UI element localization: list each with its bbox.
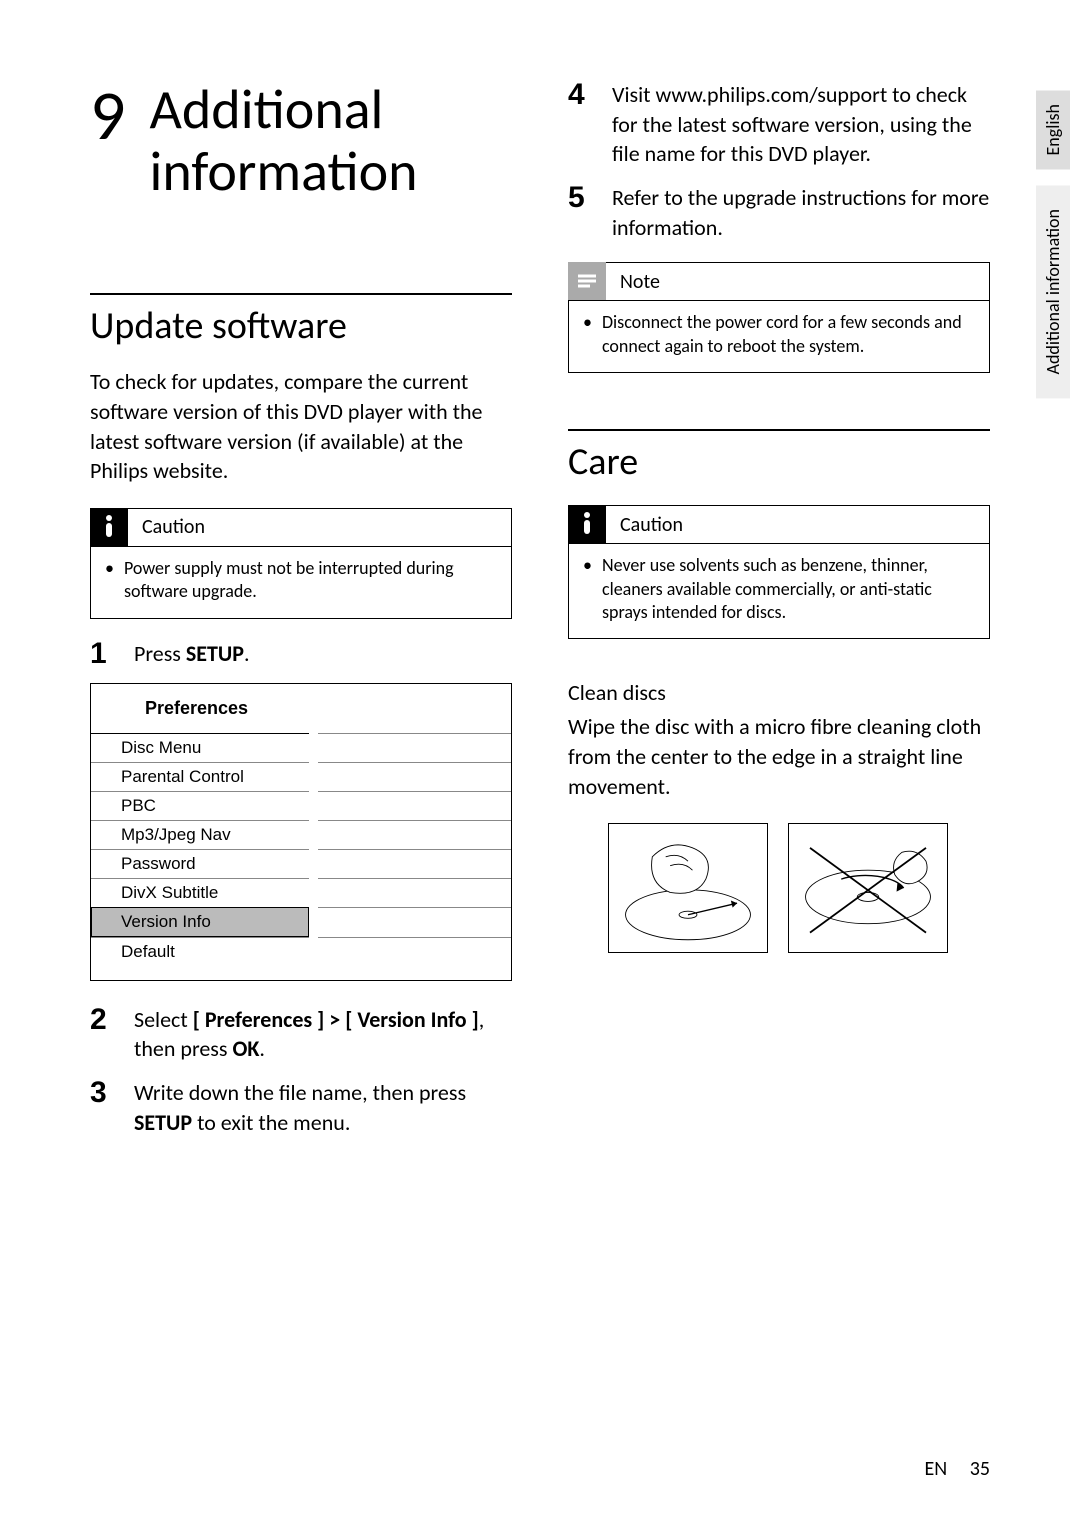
menu-item-value [318,733,511,762]
menu-item-value [318,762,511,791]
step1-post: . [244,640,250,667]
step-number: 2 [90,1005,114,1035]
section-title-update-software: Update software [90,303,512,349]
bullet-icon: • [583,311,592,358]
side-tab-language: English [1036,90,1070,169]
disc-illustrations [568,823,990,953]
step-1: 1 Press SETUP. [90,639,512,669]
caution-label: Caution [616,507,687,543]
disc-wipe-illustration [608,823,768,953]
menu-item-value [318,849,511,878]
step-number: 3 [90,1078,114,1108]
step2-path: [ Preferences ] > [ Version Info ] [193,1006,479,1033]
menu-item-value [318,937,511,966]
step4-text: Visit www.philips.com/support to check f… [612,80,990,169]
menu-item-value [318,878,511,907]
step-number: 1 [90,639,114,669]
menu-item-value [318,820,511,849]
menu-item-label: Disc Menu [91,733,309,762]
menu-row: Default [91,937,511,966]
step-3: 3 Write down the file name, then press S… [90,1078,512,1137]
footer-page-number: 35 [970,1457,990,1481]
menu-item-label: Password [91,849,309,878]
chapter-number: 9 [90,80,125,150]
menu-row: DivX Subtitle [91,878,511,907]
step-number: 4 [568,80,592,110]
footer-lang: EN [925,1457,948,1481]
menu-row: Parental Control [91,762,511,791]
section-title-care: Care [568,439,990,485]
step-4: 4 Visit www.philips.com/support to check… [568,80,990,169]
step2-pre: Select [134,1006,193,1033]
menu-title: Preferences [91,684,511,733]
section-divider [90,293,512,295]
step3-pre: Write down the file name, then press [134,1079,466,1106]
menu-row: PBC [91,791,511,820]
chapter-title-text: Additional information [149,80,512,203]
side-tab-section: Additional information [1036,185,1070,398]
menu-row: Password [91,849,511,878]
menu-row: Disc Menu [91,733,511,762]
step3-button-name: SETUP [134,1109,192,1136]
caution-icon [568,505,606,543]
menu-item-value [318,791,511,820]
section-divider [568,429,990,431]
step2-button-name: OK [232,1035,259,1062]
intro-paragraph: To check for updates, compare the curren… [90,367,512,486]
menu-item-label: Mp3/Jpeg Nav [91,820,309,849]
step-5: 5 Refer to the upgrade instructions for … [568,183,990,242]
bullet-icon: • [105,557,114,604]
menu-item-label: PBC [91,791,309,820]
menu-item-label: DivX Subtitle [91,878,309,907]
menu-item-value [318,907,511,937]
menu-item-label: Version Info [91,907,309,937]
step1-button-name: SETUP [186,640,244,667]
page-footer: EN 35 [925,1457,991,1481]
caution-box-care: Caution • Never use solvents such as ben… [568,505,990,639]
disc-circular-wipe-illustration [788,823,948,953]
step5-text: Refer to the upgrade instructions for mo… [612,183,990,242]
clean-discs-text: Wipe the disc with a micro fibre cleanin… [568,712,990,801]
step1-pre: Press [134,640,186,667]
chapter-heading: 9 Additional information [90,80,512,203]
caution-icon [90,508,128,546]
menu-row: Version Info [91,907,511,937]
bullet-icon: • [583,554,592,624]
caution-text: Never use solvents such as benzene, thin… [602,554,975,624]
step-number: 5 [568,183,592,213]
menu-row: Mp3/Jpeg Nav [91,820,511,849]
step2-post: . [259,1035,265,1062]
caution-text: Power supply must not be interrupted dur… [124,557,497,604]
clean-discs-heading: Clean discs [568,679,990,706]
step3-post: to exit the menu. [192,1109,350,1136]
note-label: Note [616,264,664,300]
note-icon [568,262,606,300]
caution-label: Caution [138,509,209,545]
menu-item-label: Parental Control [91,762,309,791]
menu-item-label: Default [91,937,309,966]
step-2: 2 Select [ Preferences ] > [ Version Inf… [90,1005,512,1064]
preferences-menu-screenshot: Preferences Disc MenuParental ControlPBC… [90,683,512,981]
caution-box-software: Caution • Power supply must not be inter… [90,508,512,619]
note-text: Disconnect the power cord for a few seco… [602,311,975,358]
note-box: Note • Disconnect the power cord for a f… [568,262,990,373]
side-tabs: English Additional information [1036,90,1070,399]
